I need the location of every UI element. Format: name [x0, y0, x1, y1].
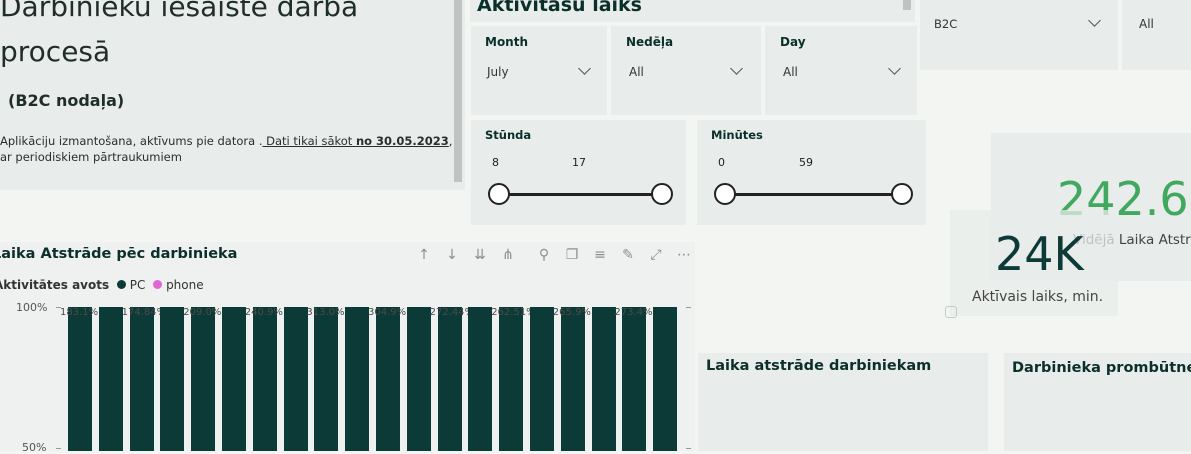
description-text: Aplikāciju izmantošana, aktīvums pie dat…: [0, 134, 263, 148]
month-value: July: [487, 65, 509, 79]
minutes-slider-max: 59: [799, 156, 813, 169]
right-axis-tick-100: [686, 307, 691, 308]
chart-bar[interactable]: [622, 307, 647, 451]
copy-icon[interactable]: ❐: [563, 246, 581, 264]
right-axis-tick-50: [686, 448, 691, 449]
chart-bar[interactable]: [252, 307, 277, 451]
chart-bar[interactable]: [68, 307, 92, 451]
chart-bar[interactable]: [160, 307, 185, 451]
page-subtitle: (B2C nodaļa): [8, 91, 125, 110]
legend-dot-phone: [153, 280, 163, 289]
bar-data-label: 265.9%: [552, 307, 591, 318]
chart-bar[interactable]: [345, 307, 370, 451]
minutes-slider-max-handle[interactable]: [891, 183, 913, 205]
chart-bar[interactable]: [468, 307, 493, 451]
week-label: Nedēļa: [626, 35, 674, 49]
hour-slider-min-handle[interactable]: [488, 183, 510, 205]
week-value: All: [629, 65, 644, 79]
legend-title: Aktivitātes avots: [0, 278, 110, 292]
minutes-slider-min: 0: [718, 156, 725, 169]
active-kpi-value: 24K: [995, 227, 1084, 281]
legend-item-phone: phone: [166, 278, 204, 292]
absence-title: Darbinieka prombūtnes: [1012, 360, 1191, 376]
hour-slider-label: Stūnda: [485, 128, 532, 142]
chart-bar[interactable]: [129, 307, 154, 451]
chart-title: Laika Atstrāde pēc darbinieka: [0, 246, 238, 262]
chart-bar[interactable]: [283, 307, 308, 451]
description-line2: ar periodiskiem pārtraukumiem: [0, 150, 182, 164]
chart-bar[interactable]: [98, 307, 123, 451]
top-filter-1[interactable]: [920, 0, 1118, 70]
more-options-icon[interactable]: ⋯: [675, 246, 693, 264]
y-tick-50: 50%: [22, 441, 47, 454]
bar-data-label: 262.51%: [491, 307, 536, 318]
focus-mode-icon[interactable]: ⤢: [647, 246, 665, 264]
active-kpi-label: Aktīvais laiks, min.: [972, 289, 1104, 305]
legend: Aktivitātes avots PC phone: [0, 278, 204, 292]
chart-bar[interactable]: [437, 307, 462, 451]
hour-slider-max-handle[interactable]: [651, 183, 673, 205]
top-filter-2[interactable]: [1122, 0, 1191, 70]
chart-bar[interactable]: [653, 307, 678, 451]
hour-slider-min: 8: [492, 156, 499, 169]
chart-bar[interactable]: [530, 307, 554, 451]
hour-slider-max: 17: [572, 156, 586, 169]
employee-time-title: Laika atstrāde darbiniekam: [706, 358, 932, 374]
hour-slider-track[interactable]: [500, 193, 662, 196]
aktivitasu-title: Aktivitāšu laiks: [477, 0, 642, 16]
month-label: Month: [485, 35, 529, 49]
bar-data-label: 273.4%: [614, 307, 653, 318]
bar-data-label: 240.9%: [244, 307, 283, 318]
aktivitasu-scrollbar[interactable]: [903, 0, 911, 10]
bar-data-label: 209.0%: [183, 307, 222, 318]
day-value: All: [783, 65, 798, 79]
legend-item-pc: PC: [129, 278, 146, 292]
chart-bar[interactable]: [314, 307, 339, 451]
description-line1: Aplikāciju izmantošana, aktīvums pie dat…: [0, 134, 452, 148]
title-scrollbar[interactable]: [454, 0, 462, 182]
top-filter-2-value: All: [1139, 17, 1154, 31]
sort-descending-icon[interactable]: ↓: [443, 246, 461, 264]
description-comma: ,: [448, 134, 453, 148]
chart-bar[interactable]: [560, 307, 585, 451]
pin-icon[interactable]: ⚲: [535, 246, 553, 264]
chart-bar[interactable]: [222, 307, 246, 451]
chart-bar[interactable]: [591, 307, 616, 451]
minutes-slider-track[interactable]: [726, 193, 902, 196]
page-title-line1: Darbinieku iesaiste darba: [0, 0, 359, 23]
description-date: no 30.05.2023: [355, 134, 449, 148]
chart-bar[interactable]: [191, 307, 216, 451]
chart-bar[interactable]: [499, 307, 524, 451]
day-label: Day: [780, 35, 806, 49]
format-icon[interactable]: ✎: [619, 246, 637, 264]
minutes-slider-label: Minūtes: [711, 128, 763, 142]
chart-bar[interactable]: [406, 307, 431, 451]
drill-icon[interactable]: ⋔: [499, 246, 517, 264]
minutes-slider-min-handle[interactable]: [714, 183, 736, 205]
bar-data-label: 313.0%: [306, 307, 345, 318]
bar-data-label: 304.9%: [368, 307, 407, 318]
description-link[interactable]: Dati tikai sākot: [262, 134, 355, 148]
sort-ascending-icon[interactable]: ↑: [415, 246, 433, 264]
chart-bar[interactable]: [376, 307, 400, 451]
resize-handle[interactable]: [945, 306, 957, 318]
y-axis-tick-50: [56, 448, 61, 449]
expand-all-icon[interactable]: ⇊: [471, 246, 489, 264]
y-tick-100: 100%: [16, 301, 48, 314]
page-title-line2: procesā: [0, 35, 111, 68]
top-filter-1-value: B2C: [934, 17, 958, 31]
bar-data-label: 183.1%: [60, 307, 99, 318]
legend-dot-pc: [116, 280, 126, 289]
filter-icon[interactable]: ≡: [591, 246, 609, 264]
